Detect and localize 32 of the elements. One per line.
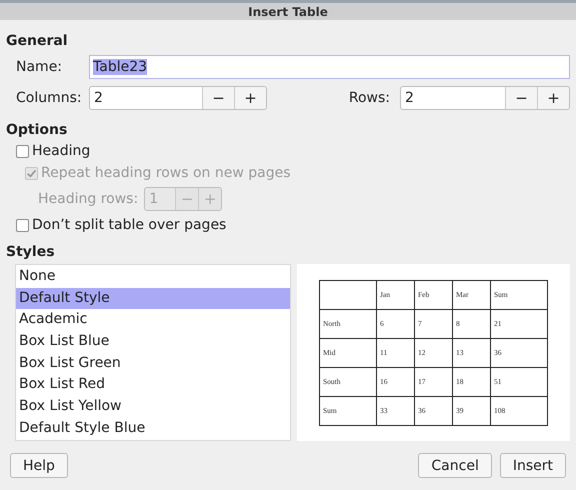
decrement-button[interactable]: −: [202, 87, 234, 109]
checkbox-label: Repeat heading rows on new pages: [41, 165, 291, 181]
section-heading: General: [6, 32, 69, 51]
section-heading: Styles: [6, 243, 56, 262]
style-list-item[interactable]: Academic: [16, 309, 290, 332]
checkbox-label: Don’t split table over pages: [32, 217, 226, 233]
number-spin-field[interactable]: 2 − +: [400, 86, 570, 110]
checkbox[interactable]: [16, 218, 29, 232]
help-button[interactable]: Help: [10, 453, 68, 478]
style-list-item[interactable]: Box List Yellow: [16, 396, 290, 418]
style-list-item[interactable]: Default Style Blue: [16, 418, 290, 440]
selected-text: Table23: [93, 59, 148, 75]
window-title: Insert Table: [0, 3, 576, 20]
decrement-button[interactable]: −: [505, 87, 537, 109]
number-spin-field[interactable]: 2 − +: [89, 86, 267, 110]
increment-button[interactable]: +: [234, 87, 266, 109]
style-list-item[interactable]: None: [16, 266, 290, 288]
increment-button[interactable]: +: [537, 87, 569, 109]
style-list-item[interactable]: Box List Blue: [16, 331, 290, 353]
name-input-field[interactable]: Table23: [89, 55, 570, 79]
checkbox-label: Heading: [32, 143, 90, 159]
cancel-button[interactable]: Cancel: [418, 453, 492, 478]
style-list-item[interactable]: Box List Red: [16, 374, 290, 396]
checkbox[interactable]: [16, 144, 29, 158]
section-heading: Options: [6, 121, 68, 140]
field-label: Columns:: [16, 90, 83, 106]
style-list-item[interactable]: Default Style: [16, 288, 290, 310]
insert-button[interactable]: Insert: [500, 453, 566, 478]
style-list-item[interactable]: Box List Green: [16, 352, 290, 374]
field-label: Rows:: [348, 90, 390, 106]
field-label: Heading rows:: [38, 191, 138, 207]
field-label: Name:: [16, 59, 64, 75]
